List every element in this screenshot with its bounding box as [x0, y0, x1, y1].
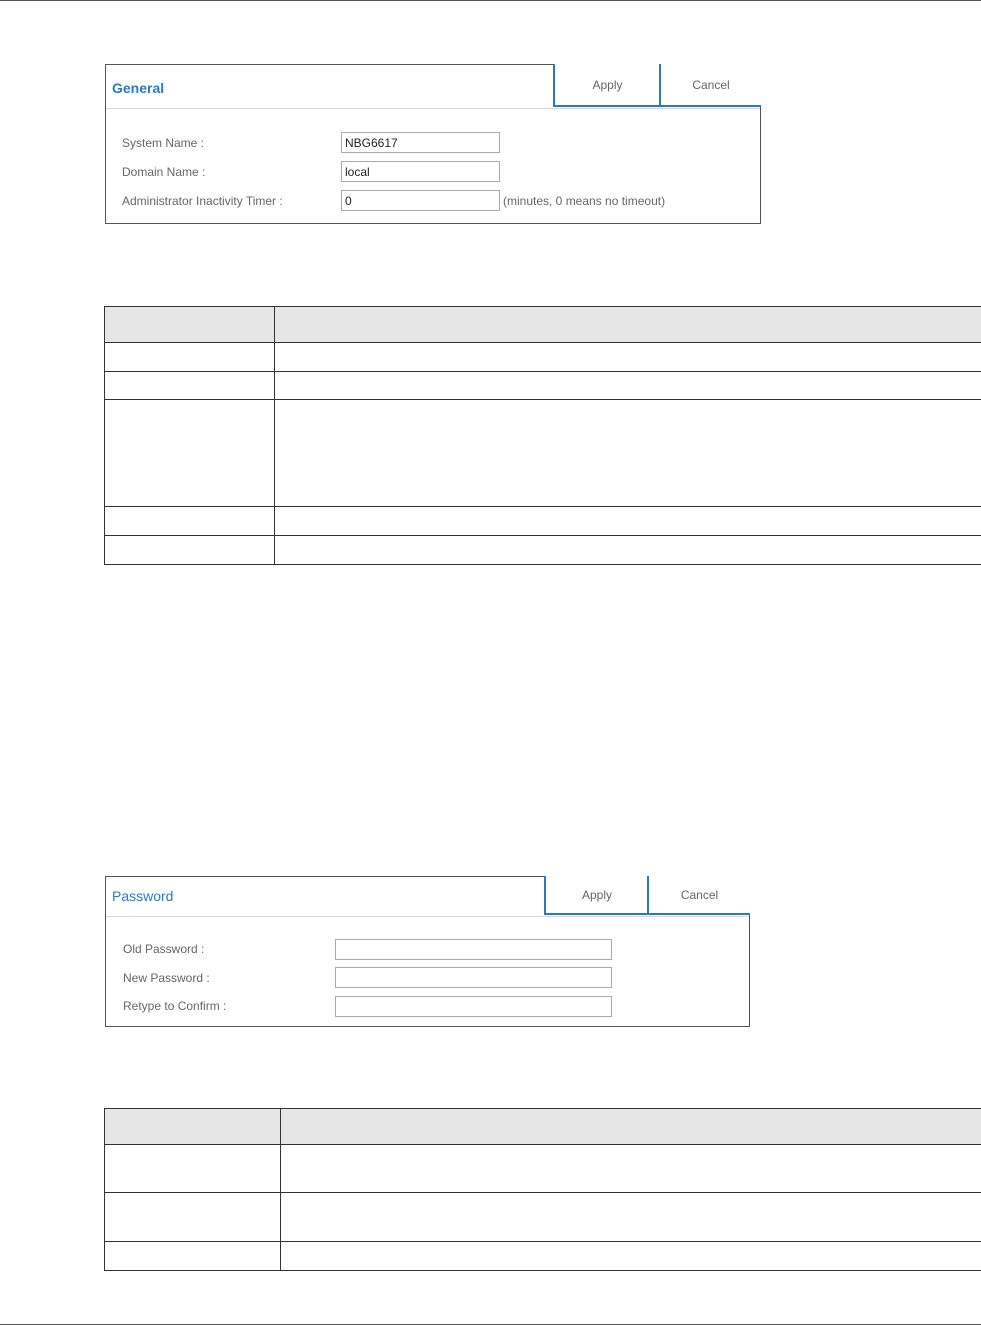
table-header-row — [104, 306, 981, 343]
table-cell — [104, 342, 275, 372]
cancel-button[interactable]: Cancel — [647, 876, 750, 915]
new-password-input[interactable] — [335, 967, 612, 988]
inactivity-timer-input[interactable] — [341, 190, 500, 211]
table-cell — [280, 1192, 981, 1242]
table-cell — [104, 1241, 281, 1271]
inactivity-timer-hint: (minutes, 0 means no timeout) — [503, 194, 666, 208]
new-password-label: New Password : — [123, 971, 210, 985]
table-cell — [104, 1108, 281, 1145]
inactivity-timer-label: Administrator Inactivity Timer : — [122, 194, 283, 208]
table-cell — [274, 506, 981, 536]
table-cell — [274, 342, 981, 372]
general-panel-title: General — [112, 80, 165, 96]
table-row — [104, 399, 981, 507]
domain-name-label: Domain Name : — [122, 165, 206, 179]
table-cell — [104, 1144, 281, 1193]
table-row — [104, 1241, 981, 1271]
system-name-label: System Name : — [122, 136, 205, 150]
old-password-label: Old Password : — [123, 942, 205, 956]
domain-name-input[interactable] — [341, 161, 500, 182]
table-row — [104, 1144, 981, 1193]
cancel-button[interactable]: Cancel — [659, 64, 761, 107]
table-cell — [274, 399, 981, 507]
password-panel: Password Apply Cancel Old Password : New… — [105, 876, 750, 1027]
table-cell — [104, 506, 275, 536]
table-cell — [280, 1144, 981, 1193]
table-cell — [274, 535, 981, 565]
system-name-input[interactable] — [341, 132, 500, 153]
table-cell — [104, 535, 275, 565]
retype-confirm-label: Retype to Confirm : — [123, 999, 227, 1013]
page-top-rule — [0, 0, 981, 1]
table-cell — [274, 371, 981, 400]
table-row — [104, 535, 981, 565]
general-description-table — [104, 306, 981, 565]
old-password-input[interactable] — [335, 939, 612, 960]
password-description-table — [104, 1108, 981, 1271]
table-header-row — [104, 1108, 981, 1145]
password-panel-header: Password Apply Cancel — [106, 876, 750, 917]
table-cell — [274, 306, 981, 343]
password-panel-title: Password — [112, 888, 174, 904]
apply-button[interactable]: Apply — [544, 876, 648, 915]
apply-button[interactable]: Apply — [553, 64, 660, 107]
table-cell — [280, 1108, 981, 1145]
table-row — [104, 1192, 981, 1242]
table-row — [104, 342, 981, 372]
table-row — [104, 506, 981, 536]
table-cell — [104, 371, 275, 400]
table-cell — [280, 1241, 981, 1271]
retype-confirm-input[interactable] — [335, 996, 612, 1017]
table-cell — [104, 306, 275, 343]
table-cell — [104, 1192, 281, 1242]
table-row — [104, 371, 981, 400]
general-panel: General Apply Cancel System Name : Domai… — [105, 64, 761, 224]
general-panel-header: General Apply Cancel — [106, 64, 761, 109]
table-cell — [104, 399, 275, 507]
